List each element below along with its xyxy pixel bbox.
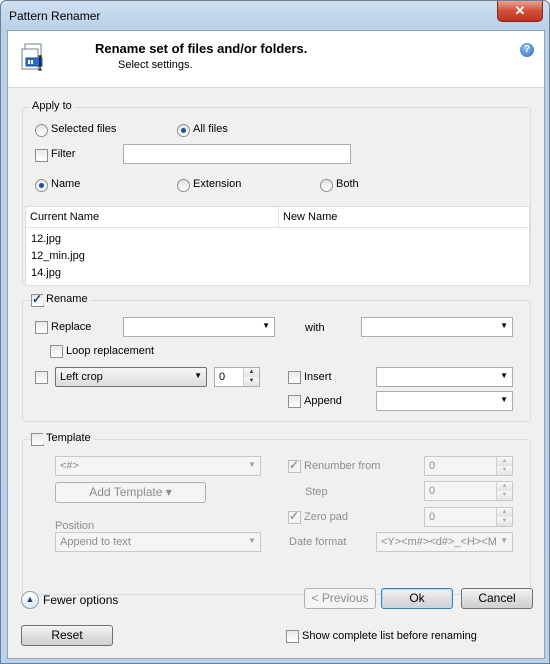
cancel-button[interactable]: Cancel <box>461 588 533 609</box>
filter-input[interactable] <box>123 144 351 164</box>
position-combobox[interactable]: Append to text ▼ <box>55 532 261 552</box>
column-header-current-name[interactable]: Current Name <box>26 207 279 228</box>
title-bar[interactable]: Pattern Renamer ✕ <box>1 1 549 31</box>
show-complete-list-label[interactable]: Show complete list before renaming <box>302 630 477 642</box>
spin-down-icon[interactable]: ▼ <box>497 491 512 500</box>
apply-to-group: Apply to Selected files All files Filter… <box>22 100 531 286</box>
date-format-combobox[interactable]: <Y><m#><d#>_<H><M> ▼ <box>376 532 513 552</box>
renumber-from-stepper[interactable]: 0 ▲ ▼ <box>424 456 513 476</box>
step-stepper[interactable]: 0 ▲ ▼ <box>424 481 513 501</box>
name-label[interactable]: Name <box>51 178 80 190</box>
filter-checkbox[interactable] <box>35 149 48 162</box>
list-item[interactable]: 12_min.jpg <box>31 250 85 262</box>
files-rename-icon <box>21 43 43 71</box>
list-item[interactable]: 12.jpg <box>31 233 61 245</box>
selected-files-radio[interactable] <box>35 124 48 137</box>
renumber-from-checkbox[interactable] <box>288 458 301 473</box>
ok-button[interactable]: Ok <box>381 588 453 609</box>
template-label[interactable]: Template <box>43 432 94 444</box>
step-label: Step <box>305 486 328 498</box>
spin-down-icon[interactable]: ▼ <box>497 466 512 475</box>
both-radio[interactable] <box>320 179 333 192</box>
chevron-down-icon[interactable]: ▼ <box>248 536 256 545</box>
append-combobox[interactable]: ▼ <box>376 391 513 411</box>
zero-pad-stepper[interactable]: 0 ▲ ▼ <box>424 507 513 527</box>
fewer-options-link[interactable]: Fewer options <box>43 593 118 607</box>
dialog-client-area: Rename set of files and/or folders. Sele… <box>7 30 545 659</box>
help-icon[interactable]: ? <box>520 43 534 57</box>
add-template-button[interactable]: Add Template ▾ <box>55 482 206 503</box>
chevron-up-circle-icon[interactable]: ▲ <box>21 591 39 609</box>
close-icon[interactable]: ✕ <box>515 3 526 18</box>
close-button[interactable]: ✕ <box>497 1 543 22</box>
spin-down-icon[interactable]: ▼ <box>497 517 512 526</box>
column-header-new-name[interactable]: New Name <box>279 207 529 228</box>
extension-label[interactable]: Extension <box>193 178 241 190</box>
header-subtitle: Select settings. <box>118 59 193 71</box>
template-group: Template <#> ▼ Add Template ▾ Position Ap… <box>22 432 531 595</box>
name-radio[interactable] <box>35 179 48 192</box>
reset-button[interactable]: Reset <box>21 625 113 646</box>
chevron-down-icon[interactable]: ▼ <box>500 536 508 545</box>
append-checkbox[interactable] <box>288 395 301 408</box>
previous-button[interactable]: < Previous <box>304 588 376 609</box>
insert-checkbox[interactable] <box>288 371 301 384</box>
chevron-down-icon[interactable]: ▼ <box>194 371 202 380</box>
replace-checkbox[interactable] <box>35 321 48 334</box>
with-label: with <box>305 322 325 334</box>
position-label: Position <box>55 520 95 532</box>
chevron-down-icon[interactable]: ▼ <box>500 371 508 380</box>
with-combobox[interactable]: ▼ <box>361 317 513 337</box>
loop-replacement-label[interactable]: Loop replacement <box>66 345 154 357</box>
both-label[interactable]: Both <box>336 178 359 190</box>
append-label[interactable]: Append <box>304 395 342 407</box>
header-title: Rename set of files and/or folders. <box>95 41 308 56</box>
pattern-renamer-window: Pattern Renamer ✕ Rename set of files an… <box>0 0 550 664</box>
chevron-down-icon[interactable]: ▼ <box>500 395 508 404</box>
chevron-down-icon[interactable]: ▼ <box>262 321 270 330</box>
renumber-from-label[interactable]: Renumber from <box>304 460 380 472</box>
replace-combobox[interactable]: ▼ <box>123 317 275 337</box>
window-title: Pattern Renamer <box>9 9 101 23</box>
insert-label[interactable]: Insert <box>304 371 332 383</box>
crop-count-stepper[interactable]: 0 ▲ ▼ <box>214 367 260 387</box>
rename-group: Rename Replace ▼ with ▼ Loop replacement… <box>22 292 531 422</box>
chevron-down-icon[interactable]: ▼ <box>248 460 256 469</box>
replace-label[interactable]: Replace <box>51 321 91 333</box>
extension-radio[interactable] <box>177 179 190 192</box>
file-list[interactable]: Current Name New Name 12.jpg 12_min.jpg … <box>25 206 530 286</box>
insert-combobox[interactable]: ▼ <box>376 367 513 387</box>
selected-files-label[interactable]: Selected files <box>51 123 116 135</box>
loop-replacement-checkbox[interactable] <box>50 345 63 358</box>
all-files-radio[interactable] <box>177 124 190 137</box>
rename-label[interactable]: Rename <box>43 293 91 305</box>
zero-pad-checkbox[interactable] <box>288 509 301 524</box>
chevron-down-icon[interactable]: ▼ <box>500 321 508 330</box>
show-complete-list-checkbox[interactable] <box>286 630 299 643</box>
template-combobox[interactable]: <#> ▼ <box>55 456 261 476</box>
list-item[interactable]: 14.jpg <box>31 267 61 279</box>
crop-mode-select[interactable]: Left crop ▼ <box>55 367 207 387</box>
crop-checkbox[interactable] <box>35 371 48 384</box>
spin-down-icon[interactable]: ▼ <box>244 377 259 386</box>
date-format-label: Date format <box>289 536 347 548</box>
apply-to-label: Apply to <box>29 100 75 112</box>
filter-label[interactable]: Filter <box>51 148 75 160</box>
zero-pad-label[interactable]: Zero pad <box>304 511 348 523</box>
dialog-header: Rename set of files and/or folders. Sele… <box>8 31 544 88</box>
all-files-label[interactable]: All files <box>193 123 228 135</box>
